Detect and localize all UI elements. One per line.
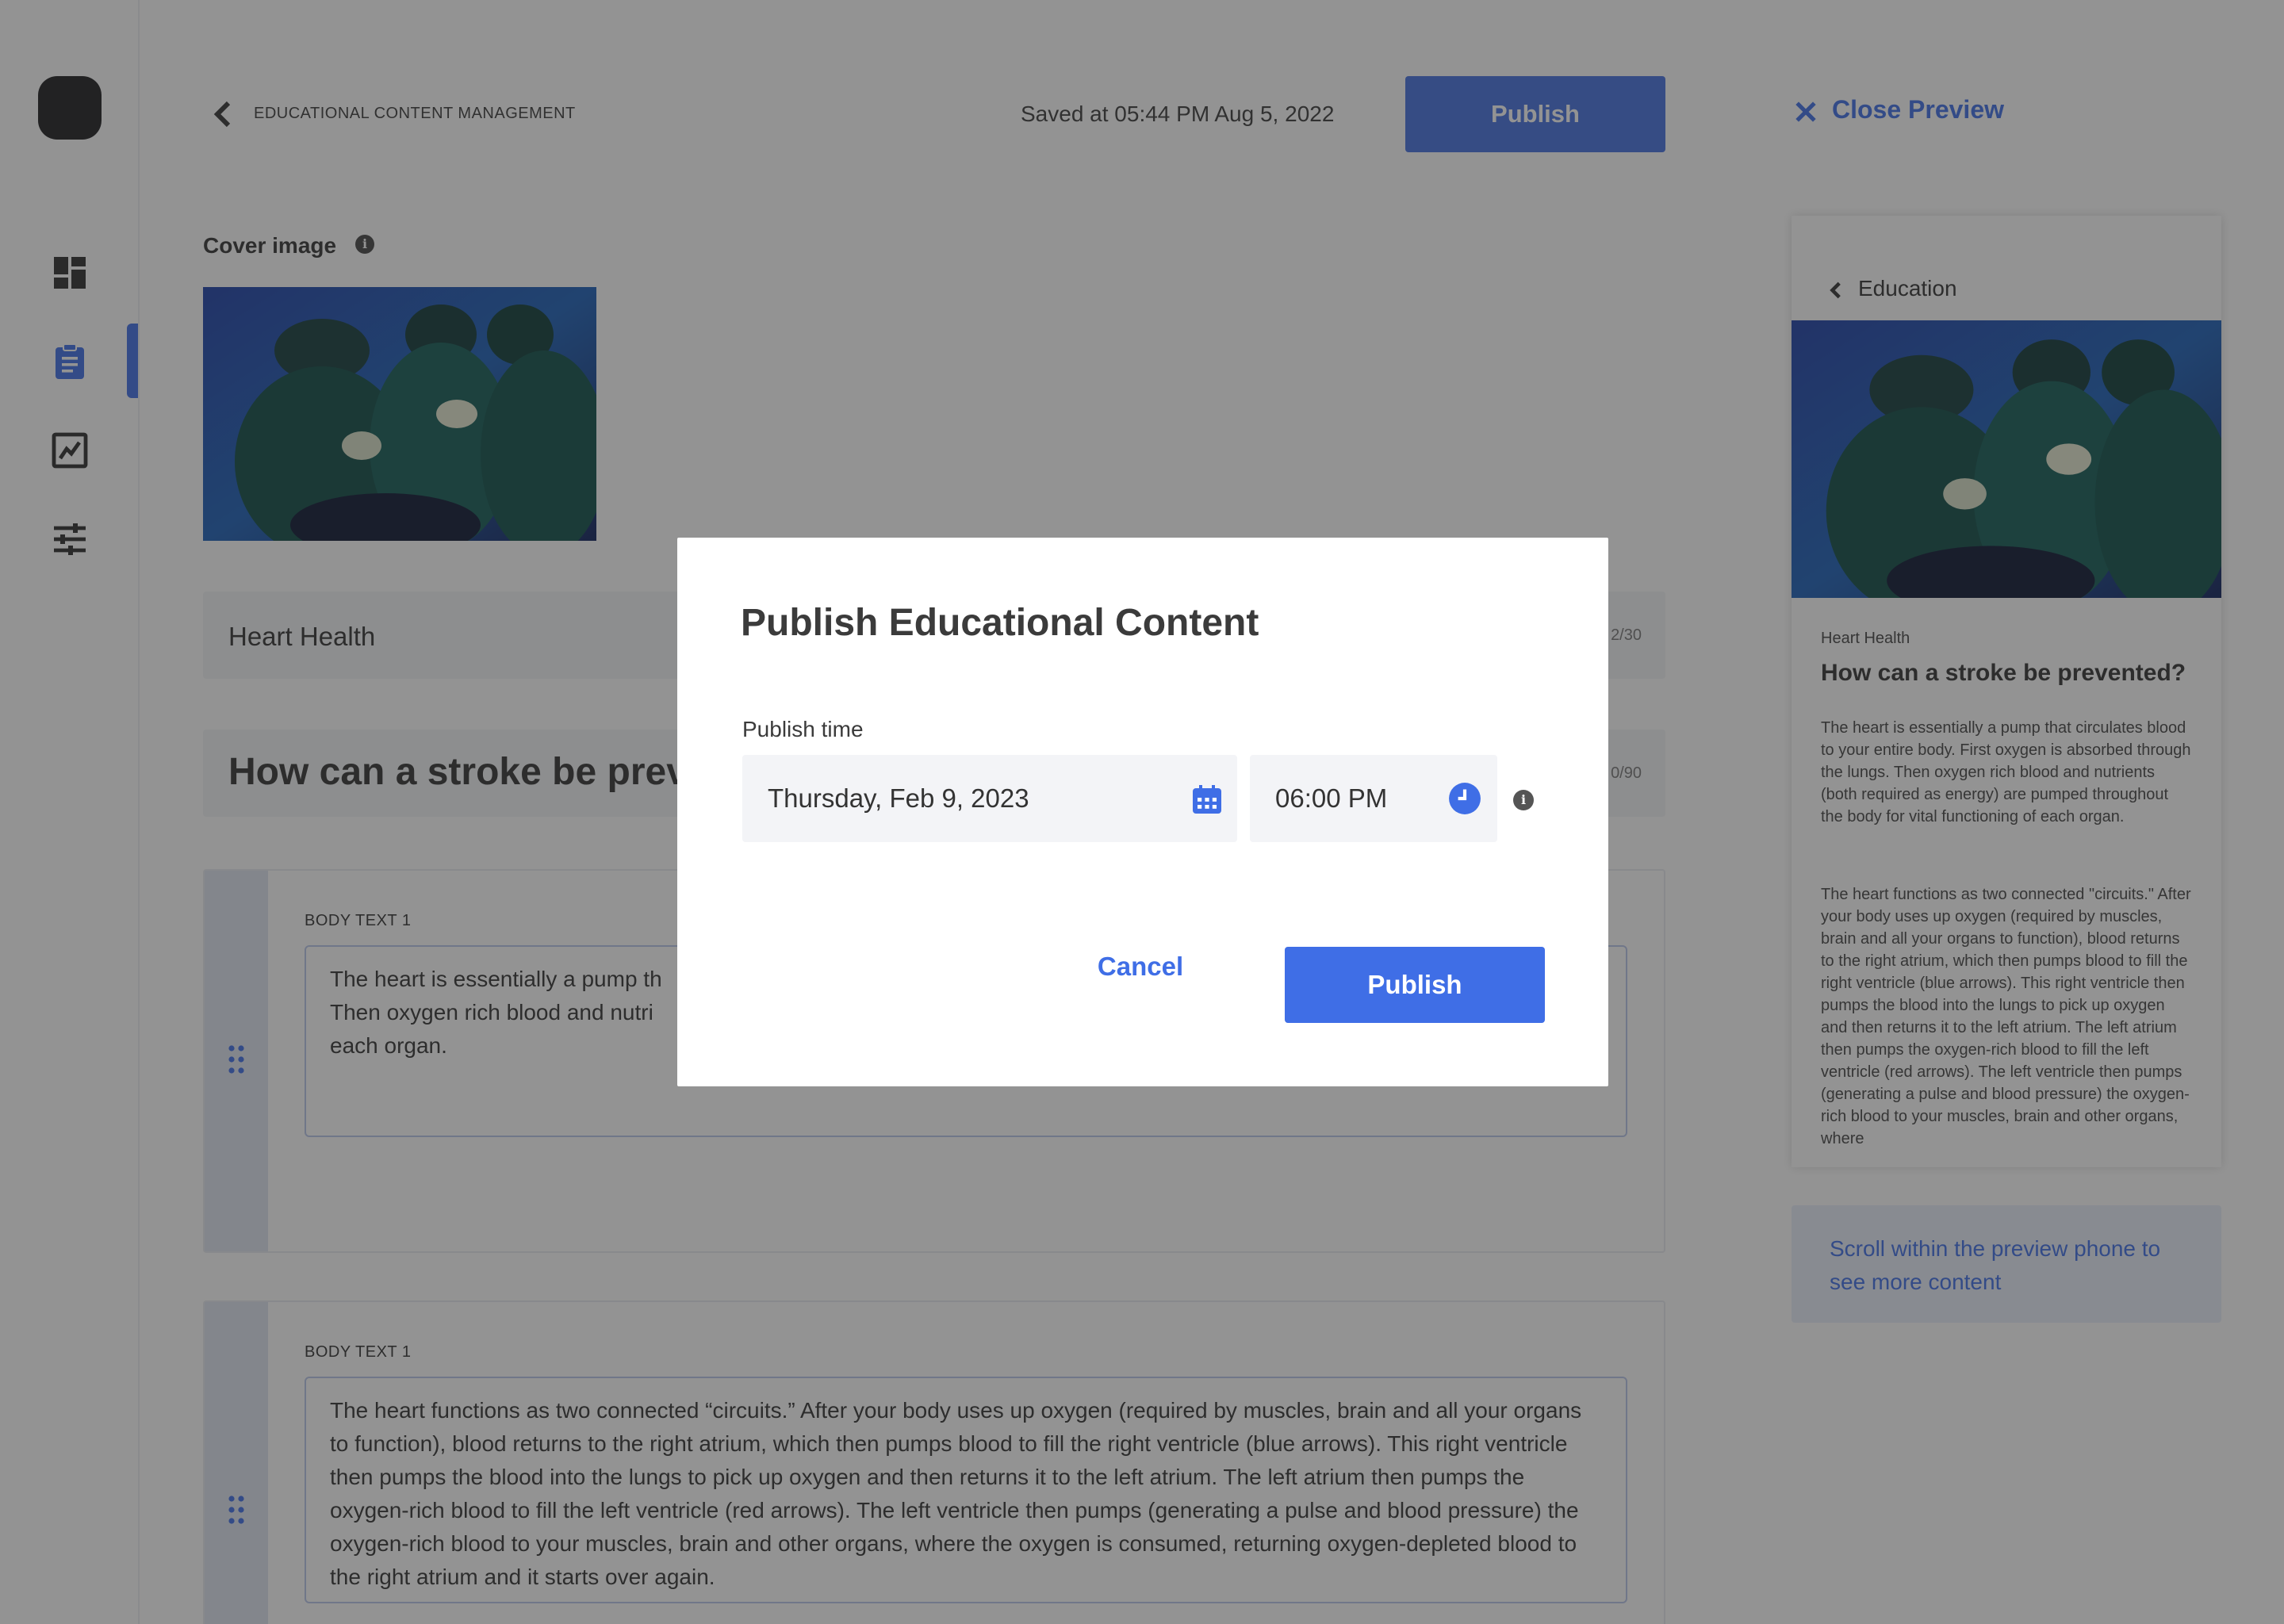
date-value: Thursday, Feb 9, 2023	[768, 783, 1029, 813]
time-value: 06:00 PM	[1275, 783, 1388, 813]
cancel-button[interactable]: Cancel	[1090, 947, 1191, 986]
date-picker-field[interactable]: Thursday, Feb 9, 2023	[742, 755, 1237, 842]
calendar-icon[interactable]	[1191, 783, 1223, 815]
publish-modal: Publish Educational Content Publish time…	[677, 538, 1608, 1086]
clock-icon[interactable]	[1448, 782, 1481, 815]
time-picker-field[interactable]: 06:00 PM	[1250, 755, 1497, 842]
modal-title: Publish Educational Content	[741, 602, 1259, 644]
info-icon[interactable]: i	[1513, 790, 1534, 810]
confirm-publish-button[interactable]: Publish	[1285, 947, 1545, 1023]
publish-time-label: Publish time	[742, 717, 864, 741]
